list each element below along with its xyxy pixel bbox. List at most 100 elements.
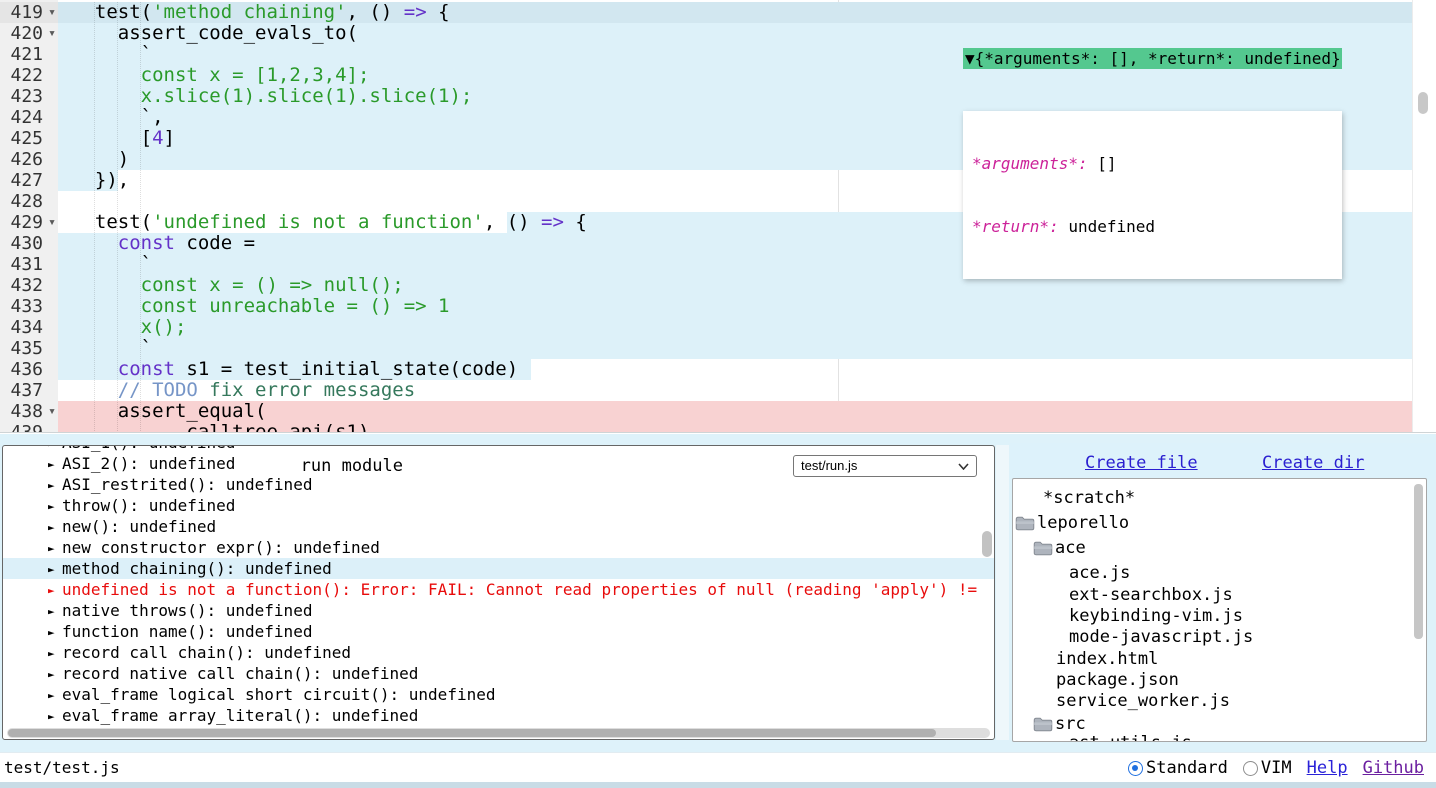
file-tree-panel[interactable]: *scratch* leporello ace ace.jsext-searchbox… xyxy=(1012,478,1427,742)
test-result-row[interactable]: ►eval_frame logical short circuit(): und… xyxy=(3,684,994,705)
gutter-line-number[interactable]: 438▾ xyxy=(0,401,58,422)
radio-standard-icon[interactable] xyxy=(1128,761,1143,776)
results-hscrollbar[interactable] xyxy=(7,728,990,738)
results-vscrollbar-thumb[interactable] xyxy=(982,531,992,557)
gutter-line-number[interactable]: 425 xyxy=(0,128,58,149)
code-line[interactable]: const unreachable = () => 1 xyxy=(72,296,450,317)
code-line[interactable]: const s1 = test_initial_state(code) xyxy=(72,359,518,380)
fold-arrow-icon[interactable]: ▾ xyxy=(48,212,56,233)
file-tree-folder[interactable]: ace xyxy=(1013,537,1423,559)
code-line[interactable]: // TODO fix error messages xyxy=(72,380,415,401)
gutter-line-number[interactable]: 430 xyxy=(0,233,58,254)
file-tree-item[interactable]: ace.js xyxy=(1013,562,1423,584)
gutter-line-number[interactable]: 432 xyxy=(0,275,58,296)
expand-arrow-icon[interactable]: ► xyxy=(48,643,62,664)
gutter-line-number[interactable]: 437 xyxy=(0,380,58,401)
code-line[interactable]: assert_code_evals_to( xyxy=(72,23,358,44)
gutter-line-number[interactable]: 435 xyxy=(0,338,58,359)
keybinding-vim-option[interactable]: VIM xyxy=(1243,758,1292,778)
code-line[interactable]: calltree_api(s1) xyxy=(72,422,369,433)
gutter-line-number[interactable]: 426 xyxy=(0,149,58,170)
test-result-row[interactable]: ►ASI_restrited(): undefined xyxy=(3,474,994,495)
expand-arrow-icon[interactable]: ► xyxy=(48,622,62,643)
editor-gutter[interactable]: 419▾420▾421422423424425426427428429▾4304… xyxy=(0,0,58,433)
gutter-line-number[interactable]: 422 xyxy=(0,65,58,86)
run-module-select[interactable]: test/run.js xyxy=(793,455,977,477)
test-result-row[interactable]: ►record call chain(): undefined xyxy=(3,642,994,663)
expand-arrow-icon[interactable]: ► xyxy=(48,559,62,580)
gutter-line-number[interactable]: 434 xyxy=(0,317,58,338)
expand-arrow-icon[interactable]: ► xyxy=(48,664,62,685)
gutter-line-number[interactable]: 431 xyxy=(0,254,58,275)
gutter-line-number[interactable]: 439 xyxy=(0,422,58,433)
expand-arrow-icon[interactable]: ► xyxy=(48,454,62,475)
expand-arrow-icon[interactable]: ► xyxy=(48,496,62,517)
code-line[interactable]: x.slice(1).slice(1).slice(1); xyxy=(72,86,472,107)
files-vscrollbar-thumb[interactable] xyxy=(1414,484,1423,639)
file-tree-folder[interactable]: leporello xyxy=(1013,512,1423,534)
test-result-row[interactable]: ►function name(): undefined xyxy=(3,621,994,642)
code-line[interactable]: [4] xyxy=(72,128,175,149)
test-result-row[interactable]: ►record native call chain(): undefined xyxy=(3,663,994,684)
keybinding-standard-option[interactable]: Standard xyxy=(1128,758,1228,778)
fold-arrow-icon[interactable]: ▾ xyxy=(48,23,56,44)
fold-arrow-icon[interactable]: ▾ xyxy=(48,2,56,23)
code-line[interactable]: ` xyxy=(72,44,152,65)
file-tree-item[interactable]: *scratch* xyxy=(1013,487,1423,509)
editor-scrollbar-thumb[interactable] xyxy=(1418,92,1428,114)
test-result-row[interactable]: ►undefined is not a function(): Error: F… xyxy=(3,579,994,600)
code-line[interactable]: const x = () => null(); xyxy=(72,275,404,296)
tooltip-entry[interactable]: *arguments*: [] xyxy=(972,153,1342,174)
file-tree-item[interactable]: index.html xyxy=(1013,648,1423,670)
file-tree-item[interactable]: package.json xyxy=(1013,669,1423,691)
code-line[interactable]: const code = xyxy=(72,233,255,254)
expand-arrow-icon[interactable]: ► xyxy=(48,601,62,622)
gutter-line-number[interactable]: 436 xyxy=(0,359,58,380)
test-result-row[interactable]: ►native throws(): undefined xyxy=(3,600,994,621)
gutter-line-number[interactable]: 420▾ xyxy=(0,23,58,44)
code-line[interactable]: test('undefined is not a function', () =… xyxy=(72,212,587,233)
code-line[interactable]: const x = [1,2,3,4]; xyxy=(72,65,369,86)
code-line[interactable]: ` xyxy=(72,338,152,359)
file-tree-item[interactable]: service_worker.js xyxy=(1013,690,1423,712)
gutter-line-number[interactable]: 429▾ xyxy=(0,212,58,233)
help-link[interactable]: Help xyxy=(1307,758,1348,778)
gutter-line-number[interactable]: 433 xyxy=(0,296,58,317)
test-results-panel[interactable]: ►ASI_1(): undefined►ASI_2(): undefined►A… xyxy=(2,445,995,740)
file-tree-item[interactable]: keybinding-vim.js xyxy=(1013,605,1423,627)
github-link[interactable]: Github xyxy=(1363,758,1424,778)
editor-scrollbar[interactable] xyxy=(1412,0,1436,433)
expand-arrow-icon[interactable]: ► xyxy=(48,538,62,559)
radio-vim-icon[interactable] xyxy=(1243,761,1258,776)
code-line[interactable]: ` xyxy=(72,254,152,275)
create-file-link[interactable]: Create file xyxy=(1085,453,1198,473)
file-tree-item[interactable]: ast_utils.js xyxy=(1013,732,1423,742)
gutter-line-number[interactable]: 427 xyxy=(0,170,58,191)
code-line[interactable]: `, xyxy=(72,107,164,128)
expand-arrow-icon[interactable]: ► xyxy=(48,706,62,727)
code-line[interactable]: x(); xyxy=(72,317,186,338)
expand-arrow-icon[interactable]: ► xyxy=(48,475,62,496)
code-line[interactable]: }), xyxy=(72,170,129,191)
expand-arrow-icon[interactable]: ► xyxy=(48,685,62,706)
gutter-line-number[interactable]: 421 xyxy=(0,44,58,65)
test-result-row[interactable]: ►eval_frame array_literal(): undefined xyxy=(3,705,994,726)
fold-arrow-icon[interactable]: ▾ xyxy=(48,401,56,422)
create-dir-link[interactable]: Create dir xyxy=(1262,453,1364,473)
expand-arrow-icon[interactable]: ► xyxy=(48,580,62,601)
gutter-line-number[interactable]: 419▾ xyxy=(0,2,58,23)
tooltip-entry[interactable]: *return*: undefined xyxy=(972,216,1342,237)
gutter-line-number[interactable]: 424 xyxy=(0,107,58,128)
file-tree-item[interactable]: ext-searchbox.js xyxy=(1013,584,1423,606)
test-result-row[interactable]: ►throw(): undefined xyxy=(3,495,994,516)
results-hscrollbar-thumb[interactable] xyxy=(8,729,936,737)
test-result-row[interactable]: ►ASI_1(): undefined xyxy=(3,445,994,453)
test-result-row[interactable]: ►new constructor expr(): undefined xyxy=(3,537,994,558)
test-result-row[interactable]: ►new(): undefined xyxy=(3,516,994,537)
expand-arrow-icon[interactable]: ► xyxy=(48,517,62,538)
test-result-row[interactable]: ►method chaining(): undefined xyxy=(3,558,994,579)
gutter-line-number[interactable]: 428 xyxy=(0,191,58,212)
gutter-line-number[interactable]: 423 xyxy=(0,86,58,107)
file-tree-item[interactable]: mode-javascript.js xyxy=(1013,626,1423,648)
tooltip-header[interactable]: ▼{*arguments*: [], *return*: undefined} xyxy=(963,48,1342,69)
